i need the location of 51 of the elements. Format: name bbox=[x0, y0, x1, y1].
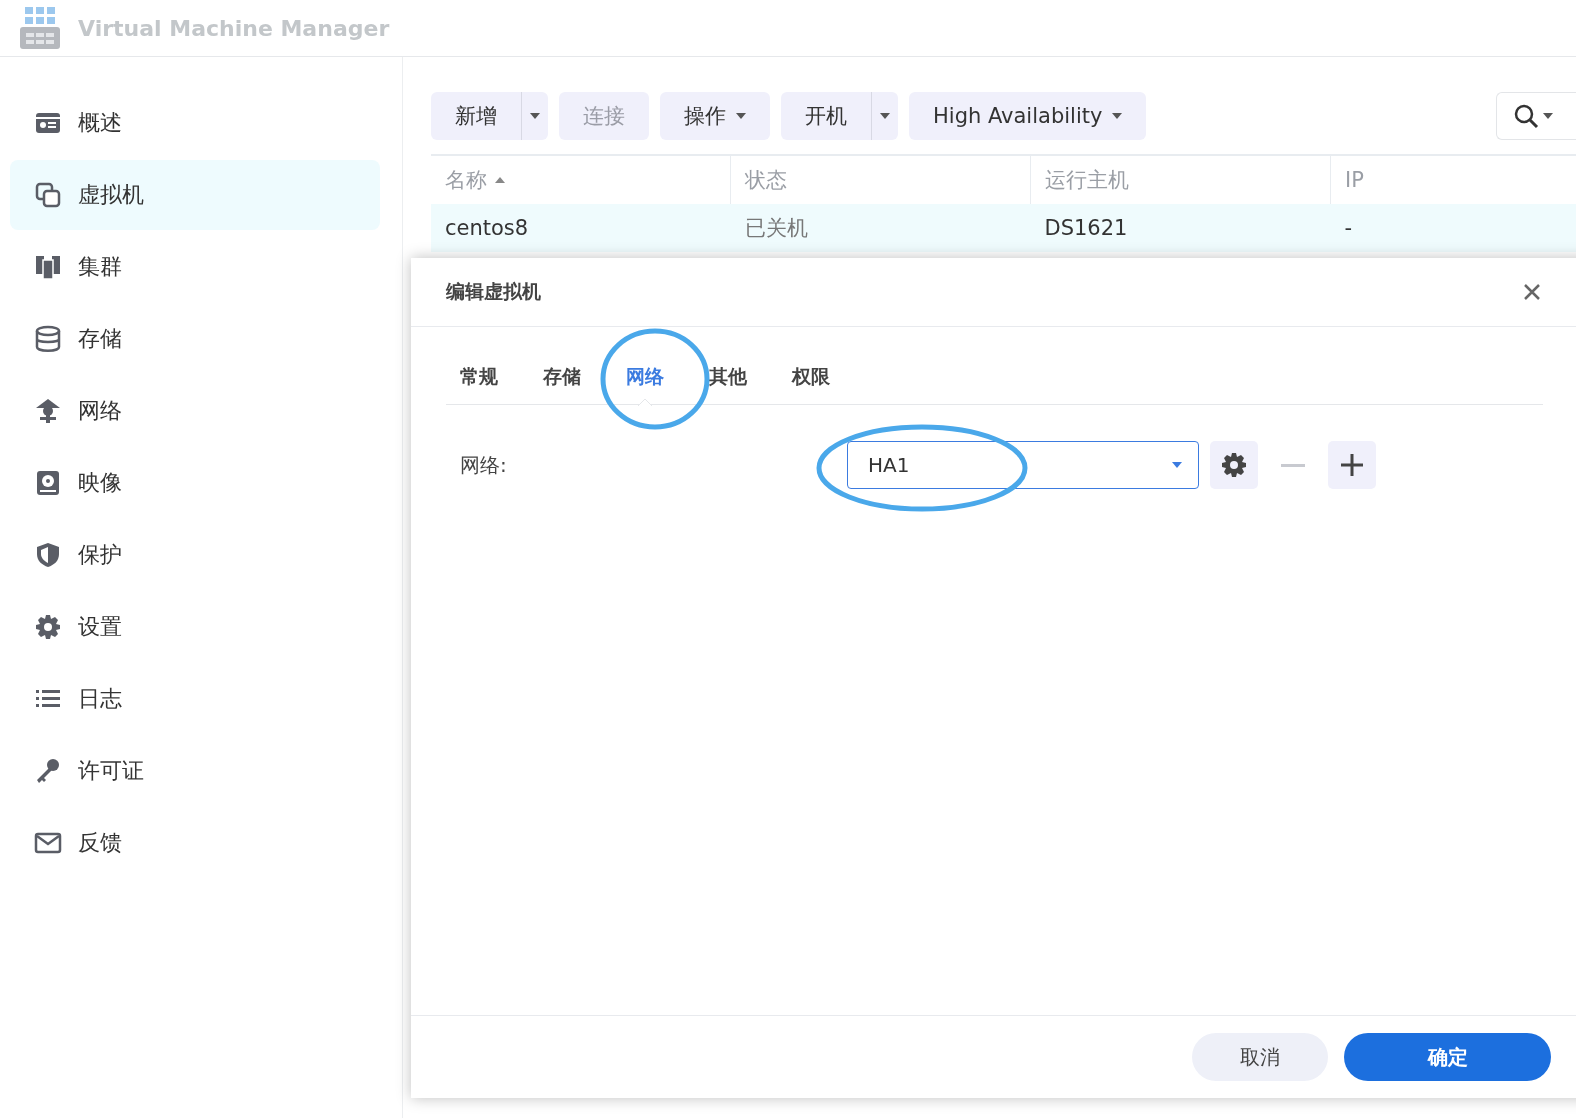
settings-icon bbox=[34, 613, 62, 641]
shield-icon bbox=[34, 541, 62, 569]
settings-icon bbox=[1220, 451, 1248, 479]
sidebar-item[interactable]: 日志 bbox=[10, 664, 380, 734]
table-cell: DS1621 bbox=[1030, 204, 1331, 252]
sidebar-item[interactable]: 许可证 bbox=[10, 736, 380, 806]
add-button[interactable] bbox=[1328, 441, 1376, 489]
key-icon bbox=[34, 757, 62, 785]
sidebar-item[interactable]: 反馈 bbox=[10, 808, 380, 878]
network-icon bbox=[34, 397, 62, 425]
close-icon bbox=[1523, 283, 1541, 301]
sidebar-item[interactable]: 映像 bbox=[10, 448, 380, 518]
network-select[interactable]: HA1 bbox=[847, 441, 1199, 489]
tab[interactable]: 权限 bbox=[792, 348, 830, 405]
sidebar-item[interactable]: 虚拟机 bbox=[10, 160, 380, 230]
minus-icon bbox=[1281, 463, 1305, 467]
dialog-title: 编辑虚拟机 bbox=[446, 279, 541, 304]
sidebar-item[interactable]: 设置 bbox=[10, 592, 380, 662]
sidebar-item[interactable]: 存储 bbox=[10, 304, 380, 374]
close-button[interactable] bbox=[1523, 283, 1541, 301]
plus-icon bbox=[1341, 454, 1363, 476]
sidebar-item[interactable]: 保护 bbox=[10, 520, 380, 590]
caret-icon bbox=[530, 113, 540, 119]
caret-icon bbox=[736, 113, 746, 119]
database-icon bbox=[34, 325, 62, 353]
table-cell: centos8 bbox=[431, 204, 731, 252]
copy-icon bbox=[34, 181, 62, 209]
table-cell: 已关机 bbox=[730, 204, 1031, 252]
settings-button[interactable] bbox=[1210, 441, 1258, 489]
field-label: 网络: bbox=[460, 451, 508, 479]
tab[interactable]: 常规 bbox=[460, 348, 498, 405]
app-title: Virtual Machine Manager bbox=[78, 15, 390, 41]
cluster-icon bbox=[34, 253, 62, 281]
caret-icon bbox=[1543, 113, 1553, 119]
tab[interactable]: 网络 bbox=[626, 348, 664, 405]
caret-icon bbox=[1172, 462, 1182, 468]
search-icon bbox=[1513, 103, 1539, 129]
sidebar-item[interactable]: 集群 bbox=[10, 232, 380, 302]
app-logo-icon bbox=[20, 7, 60, 49]
tab[interactable]: 其他 bbox=[709, 348, 747, 405]
dropdown-button[interactable]: High Availability bbox=[909, 92, 1147, 140]
ok-button[interactable]: 确定 bbox=[1344, 1033, 1551, 1081]
cancel-button[interactable]: 取消 bbox=[1192, 1033, 1328, 1081]
sidebar-item[interactable]: 网络 bbox=[10, 376, 380, 446]
sidebar-item[interactable]: 概述 bbox=[10, 88, 380, 158]
tab[interactable]: 存储 bbox=[543, 348, 581, 405]
search-button[interactable] bbox=[1496, 92, 1576, 140]
caret-icon bbox=[880, 113, 890, 119]
dropdown-button[interactable]: 操作 bbox=[660, 92, 770, 140]
caret-icon bbox=[1112, 113, 1123, 119]
table-cell: - bbox=[1330, 204, 1576, 252]
